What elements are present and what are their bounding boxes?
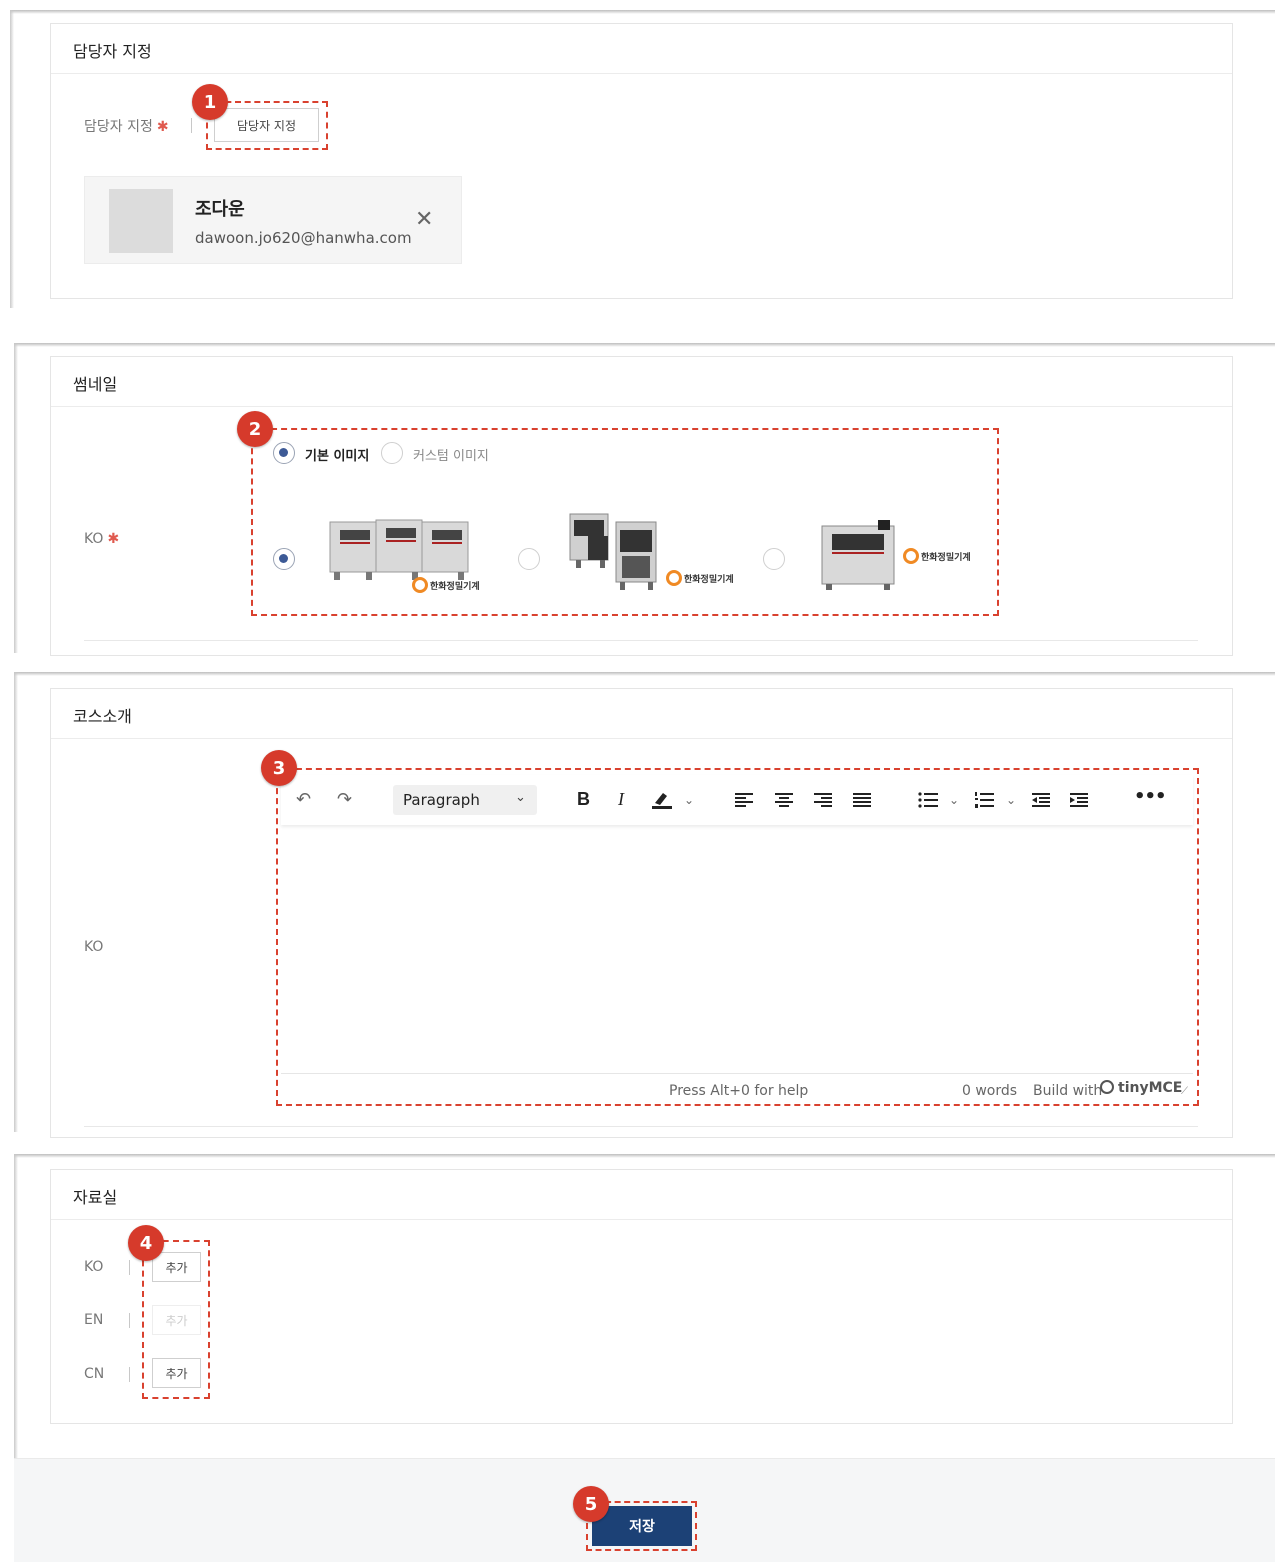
section-title: 썸네일 [73,375,118,394]
annotation-badge-1: 1 [192,84,228,120]
materials-lang-label-ko: KO [84,1259,104,1275]
required-mark: ✱ [107,531,120,547]
divider [129,1313,130,1328]
annotation-box-2 [251,428,999,616]
materials-lang-label-cn: CN [84,1366,105,1382]
course-intro-lang-label: KO [84,939,104,955]
person-email: dawoon.jo620@hanwha.com [195,229,412,247]
divider [129,1260,130,1275]
thumbnail-lang-label: KO ✱ [84,531,120,547]
assigned-person-card: 조다운 dawoon.jo620@hanwha.com ✕ [84,176,462,264]
person-name: 조다운 [195,199,245,220]
materials-lang-label-en: EN [84,1312,104,1328]
annotation-badge-4: 4 [128,1225,164,1261]
required-mark: ✱ [156,119,169,135]
annotation-badge-2: 2 [237,411,273,447]
section-title: 코스소개 [73,707,132,726]
assignee-field-label: 담당자 지정 ✱ [84,119,169,135]
divider [84,1126,1198,1127]
avatar [109,189,173,253]
materials-card: 자료실 [50,1169,1233,1424]
divider [129,1367,130,1382]
annotation-box-3 [276,768,1199,1106]
annotation-box-4 [142,1240,210,1399]
divider [191,118,192,133]
annotation-badge-5: 5 [573,1486,609,1522]
section-title: 담당자 지정 [73,42,152,61]
divider [84,640,1198,641]
remove-person-close-icon[interactable]: ✕ [415,207,433,232]
section-title: 자료실 [73,1188,118,1207]
annotation-badge-3: 3 [261,750,297,786]
